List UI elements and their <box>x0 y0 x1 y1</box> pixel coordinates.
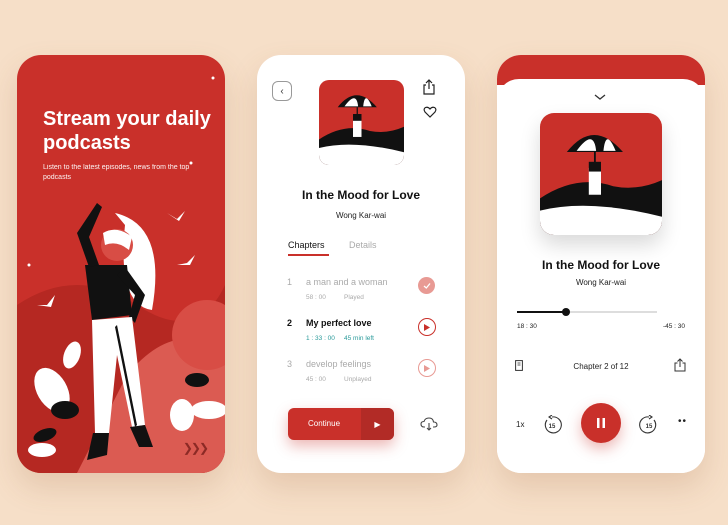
chapter-duration: 1 : 33 : 00 <box>306 335 335 342</box>
chapter-name: My perfect love <box>306 318 372 328</box>
continue-button[interactable]: Continue ▶ <box>288 408 394 440</box>
checkmark-icon <box>418 277 435 294</box>
player-screen: In the Mood for Love Wong Kar-wai 18 : 3… <box>497 55 705 473</box>
onboarding-subtitle: Listen to the latest episodes, news from… <box>43 164 190 181</box>
chapter-name: develop feelings <box>306 359 372 369</box>
podcast-author: Wong Kar-wai <box>335 211 387 220</box>
pause-icon <box>597 418 605 428</box>
more-options-icon[interactable]: •• <box>678 416 687 427</box>
cloud-download-icon[interactable] <box>420 417 438 431</box>
chapter-number: 2 <box>287 318 293 328</box>
chapter-duration: 58 : 00 <box>306 294 326 301</box>
chevron-down-icon[interactable] <box>593 93 607 101</box>
episode-title: In the Mood for Love <box>542 258 660 272</box>
playback-speed[interactable]: 1x <box>516 420 524 429</box>
share-icon[interactable] <box>422 79 436 95</box>
remaining-time: -45 : 30 <box>662 323 685 330</box>
tab-active-underline <box>288 254 329 256</box>
podcast-cover <box>319 80 404 165</box>
chapter-number: 3 <box>287 359 293 369</box>
elapsed-time: 18 : 30 <box>517 323 537 330</box>
umbrella-illustration <box>540 113 662 235</box>
skip-back-button[interactable]: 15 <box>542 414 562 435</box>
play-circle-icon[interactable] <box>418 359 436 377</box>
rewind-icon: 15 <box>544 414 562 434</box>
tab-details[interactable]: Details <box>349 240 377 250</box>
chapter-duration: 45 : 00 <box>306 376 326 383</box>
chapter-state: 45 min left <box>344 335 374 342</box>
back-button[interactable]: ‹ <box>272 81 292 101</box>
chapter-name: a man and a woman <box>306 277 388 287</box>
triple-chevron-right-icon[interactable]: ❯❯❯ <box>183 441 209 455</box>
episode-author: Wong Kar-wai <box>575 278 627 287</box>
chapter-item[interactable]: 1 a man and a woman 58 : 00 Played <box>287 277 447 307</box>
chapter-item[interactable]: 3 develop feelings 45 : 00 Unplayed <box>287 359 447 389</box>
onboarding-screen: Stream your daily podcasts Listen to the… <box>17 55 225 473</box>
skip-forward-button[interactable]: 15 <box>639 414 659 435</box>
chapter-item[interactable]: 2 My perfect love 1 : 33 : 00 45 min lef… <box>287 318 447 348</box>
progress-track[interactable] <box>517 308 657 316</box>
tab-chapters[interactable]: Chapters <box>288 240 325 250</box>
umbrella-illustration <box>319 80 404 165</box>
progress-knob[interactable] <box>562 308 570 316</box>
player-cover <box>540 113 662 235</box>
chapter-state: Unplayed <box>344 376 372 383</box>
play-icon: ▶ <box>361 408 394 440</box>
chapter-number: 1 <box>287 277 293 287</box>
forward-icon: 15 <box>639 414 657 434</box>
continue-label: Continue <box>308 419 341 428</box>
podcast-title: In the Mood for Love <box>302 188 420 202</box>
skip-back-seconds: 15 <box>549 424 556 430</box>
progress-fill <box>517 311 566 313</box>
chevron-left-icon: ‹ <box>280 85 284 97</box>
pause-button[interactable] <box>581 403 621 443</box>
skip-forward-seconds: 15 <box>646 424 653 430</box>
onboarding-title: Stream your daily podcasts <box>43 108 211 154</box>
share-icon[interactable] <box>674 358 686 372</box>
chapter-state: Played <box>344 294 364 301</box>
play-circle-icon[interactable] <box>418 318 436 336</box>
heart-icon[interactable] <box>423 105 437 119</box>
podcast-details-screen: ‹ In the Mood for Love Wong Kar-wai Chap… <box>257 55 465 473</box>
